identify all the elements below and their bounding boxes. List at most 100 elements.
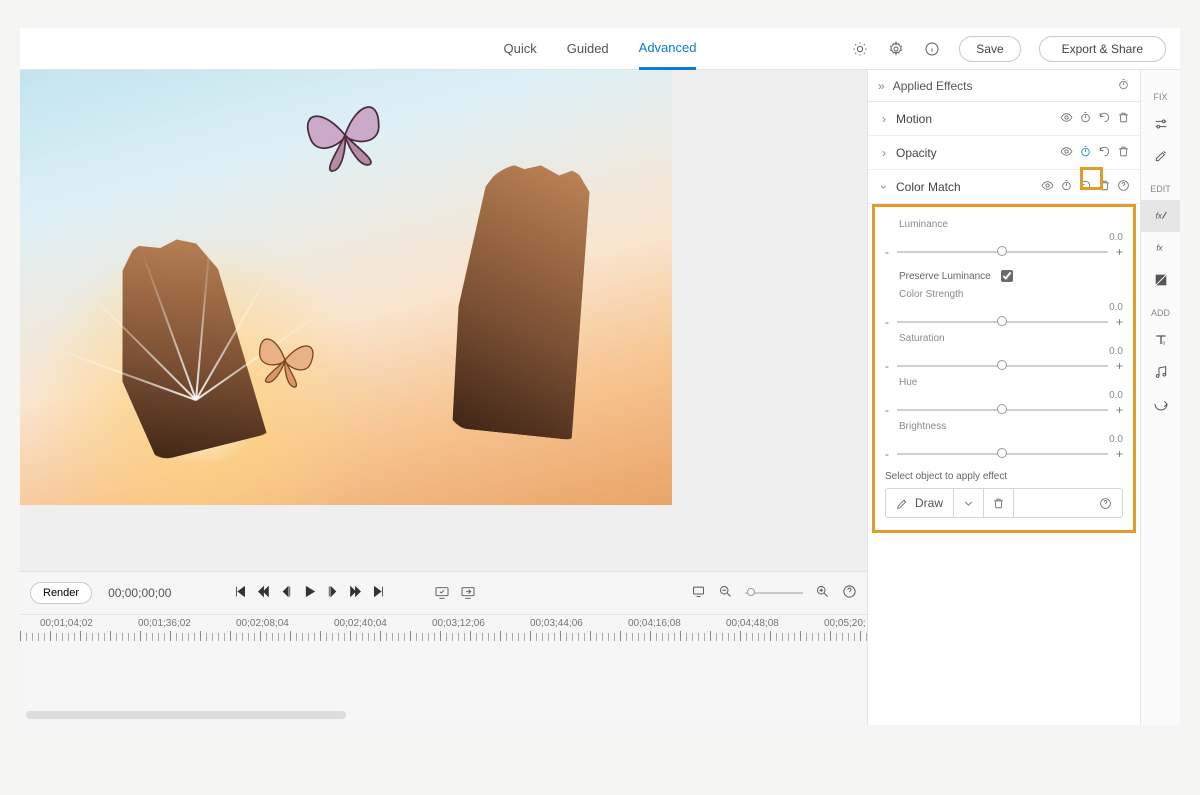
- plus-icon[interactable]: +: [1116, 447, 1123, 461]
- text-icon[interactable]: o: [1141, 324, 1181, 356]
- minus-icon[interactable]: -: [885, 315, 889, 329]
- stopwatch-icon[interactable]: [1117, 78, 1130, 94]
- minus-icon[interactable]: -: [885, 447, 889, 461]
- effect-row-opacity[interactable]: › Opacity: [868, 136, 1140, 170]
- scale-label: 00;01;36;02: [138, 618, 191, 629]
- brightness-icon[interactable]: [851, 40, 869, 58]
- param-value-luminance: 0.0: [885, 232, 1123, 243]
- slider-brightness[interactable]: -+: [885, 447, 1123, 461]
- info-icon[interactable]: [923, 40, 941, 58]
- applied-effects-panel: » Applied Effects › Motion › Opacity: [867, 70, 1140, 725]
- preview-area[interactable]: [20, 70, 867, 571]
- timeline: Render 00;00;00;00: [20, 571, 867, 725]
- param-value-saturation: 0.0: [885, 346, 1123, 357]
- scale-label: 00;04;16;08: [628, 618, 681, 629]
- timeline-scrollbar[interactable]: [26, 711, 346, 719]
- effect-title: Color Match: [896, 180, 1041, 194]
- preserve-luminance-checkbox[interactable]: Preserve Luminance: [899, 267, 1123, 285]
- plus-icon[interactable]: +: [1116, 359, 1123, 373]
- help-icon[interactable]: [842, 584, 857, 602]
- color-match-controls-highlight: Luminance 0.0 -+ Preserve Luminance Colo…: [872, 204, 1136, 533]
- color-icon[interactable]: [1141, 264, 1181, 296]
- eye-icon[interactable]: [1060, 111, 1073, 127]
- render-button[interactable]: Render: [30, 582, 92, 604]
- tools-icon[interactable]: [1141, 140, 1181, 172]
- slider-luminance[interactable]: -+: [885, 245, 1123, 259]
- trash-icon[interactable]: [1117, 111, 1130, 127]
- stopwatch-icon[interactable]: [1060, 179, 1073, 195]
- slider-hue[interactable]: -+: [885, 403, 1123, 417]
- zoom-out-icon[interactable]: [718, 584, 733, 602]
- play-icon[interactable]: [303, 585, 316, 601]
- tab-quick[interactable]: Quick: [504, 28, 537, 70]
- export-share-button[interactable]: Export & Share: [1039, 36, 1166, 62]
- plus-icon[interactable]: +: [1116, 245, 1123, 259]
- draw-label: Draw: [915, 496, 943, 510]
- playback-controls: [234, 585, 385, 601]
- param-value-color-strength: 0.0: [885, 302, 1123, 313]
- go-end-icon[interactable]: [372, 585, 385, 601]
- panel-title: Applied Effects: [893, 79, 973, 93]
- frame-fwd-icon[interactable]: [326, 585, 339, 601]
- preview-image: [20, 70, 672, 505]
- stopwatch-active-icon[interactable]: [1079, 145, 1092, 161]
- eye-icon[interactable]: [1060, 145, 1073, 161]
- frame-back-icon[interactable]: [280, 585, 293, 601]
- gear-icon[interactable]: [887, 40, 905, 58]
- timecode-display: 00;00;00;00: [108, 586, 171, 600]
- chevron-right-icon: ›: [878, 112, 890, 126]
- param-label-hue: Hue: [899, 377, 1123, 388]
- draw-tool-row: Draw: [885, 488, 1123, 518]
- time-scale[interactable]: 00;01;04;02 00;01;36;02 00;02;08;04 00;0…: [20, 614, 867, 642]
- zoom-slider[interactable]: [745, 592, 803, 594]
- tab-guided[interactable]: Guided: [567, 28, 609, 70]
- chevron-down-icon: ›: [877, 181, 891, 193]
- collapse-icon[interactable]: »: [878, 79, 885, 93]
- eye-icon[interactable]: [1041, 179, 1054, 195]
- go-start-icon[interactable]: [234, 585, 247, 601]
- draw-help-icon[interactable]: [1089, 489, 1122, 517]
- scale-label: 00;04;48;08: [726, 618, 779, 629]
- param-label-saturation: Saturation: [899, 333, 1123, 344]
- scale-label: 00;03;12;06: [432, 618, 485, 629]
- minus-icon[interactable]: -: [885, 245, 889, 259]
- step-back-icon[interactable]: [257, 585, 270, 601]
- rail-section-fix: FIX: [1153, 92, 1167, 102]
- effect-row-motion[interactable]: › Motion: [868, 102, 1140, 136]
- plus-icon[interactable]: +: [1116, 315, 1123, 329]
- reset-icon[interactable]: [1098, 145, 1111, 161]
- param-label-brightness: Brightness: [899, 421, 1123, 432]
- slider-saturation[interactable]: -+: [885, 359, 1123, 373]
- fx-icon[interactable]: fx: [1141, 232, 1181, 264]
- stopwatch-icon[interactable]: [1079, 111, 1092, 127]
- scale-label: 00;01;04;02: [40, 618, 93, 629]
- trash-icon[interactable]: [1117, 145, 1130, 161]
- delete-effect-highlight: [1080, 167, 1103, 190]
- fullscreen-icon[interactable]: [691, 584, 706, 602]
- effect-title: Opacity: [896, 146, 1060, 160]
- transitions-icon[interactable]: [1141, 388, 1181, 420]
- param-value-brightness: 0.0: [885, 434, 1123, 445]
- editor-left: Render 00;00;00;00: [20, 70, 867, 725]
- tab-advanced[interactable]: Advanced: [639, 28, 697, 70]
- applied-fx-icon[interactable]: fx: [1141, 200, 1181, 232]
- adjust-icon[interactable]: [1141, 108, 1181, 140]
- monitor-check-icon[interactable]: [433, 584, 451, 602]
- draw-trash-icon[interactable]: [984, 489, 1014, 517]
- butterfly-decoration: [247, 328, 323, 391]
- zoom-in-icon[interactable]: [815, 584, 830, 602]
- save-button[interactable]: Save: [959, 36, 1020, 62]
- monitor-arrow-icon[interactable]: [459, 584, 477, 602]
- step-fwd-icon[interactable]: [349, 585, 362, 601]
- draw-button[interactable]: Draw: [886, 489, 954, 517]
- help-icon[interactable]: [1117, 179, 1130, 195]
- scale-label: 00;05;20;: [824, 618, 866, 629]
- minus-icon[interactable]: -: [885, 403, 889, 417]
- slider-color-strength[interactable]: -+: [885, 315, 1123, 329]
- plus-icon[interactable]: +: [1116, 403, 1123, 417]
- music-icon[interactable]: [1141, 356, 1181, 388]
- draw-dropdown[interactable]: [954, 489, 984, 517]
- checkbox-input[interactable]: [1001, 270, 1013, 282]
- minus-icon[interactable]: -: [885, 359, 889, 373]
- reset-icon[interactable]: [1098, 111, 1111, 127]
